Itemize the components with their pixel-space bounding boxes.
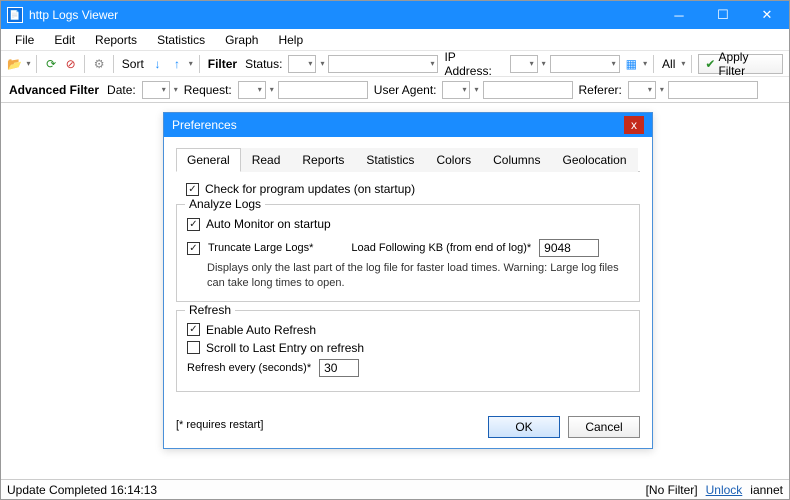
tab-statistics[interactable]: Statistics — [355, 148, 425, 172]
referer-label: Referer: — [577, 83, 624, 97]
apply-filter-button[interactable]: ✔Apply Filter — [698, 54, 783, 74]
request-input[interactable] — [278, 81, 368, 99]
status-dropdown[interactable]: ▾ — [288, 55, 316, 73]
menu-graph[interactable]: Graph — [215, 31, 268, 49]
toolbar-advanced: Advanced Filter Date: ▾ ▾ Request: ▾ ▾ Use… — [1, 77, 789, 103]
advanced-filter-label: Advanced Filter — [7, 83, 101, 97]
tab-geolocation[interactable]: Geolocation — [551, 148, 637, 172]
status-left: Update Completed 16:14:13 — [7, 483, 157, 497]
check-updates-checkbox[interactable]: ✓ — [186, 183, 199, 196]
settings-icon[interactable]: ⚙ — [91, 56, 106, 72]
ip-type-dropdown[interactable]: ▾ — [510, 55, 538, 73]
dialog-tabs: General Read Reports Statistics Colors C… — [176, 147, 640, 172]
request-dropdown[interactable]: ▾ — [238, 81, 266, 99]
sort-desc-icon[interactable]: ↑ — [169, 56, 184, 72]
enable-refresh-checkbox[interactable]: ✓ — [187, 323, 200, 336]
refresh-legend: Refresh — [185, 303, 235, 317]
truncate-label: Truncate Large Logs* — [208, 242, 313, 254]
useragent-input[interactable] — [483, 81, 573, 99]
all-label[interactable]: All — [660, 57, 677, 71]
scroll-last-label: Scroll to Last Entry on refresh — [206, 341, 364, 355]
refresh-seconds-input[interactable] — [319, 359, 359, 377]
toolbar-main: 📂▾ ⟳ ⊘ ⚙ Sort ↓ ↑▾ Filter Status: ▾ ▾ ▾ … — [1, 51, 789, 77]
close-window-button[interactable]: ✕ — [745, 1, 789, 29]
menu-help[interactable]: Help — [268, 31, 313, 49]
truncate-checkbox[interactable]: ✓ — [187, 242, 200, 255]
ip-value-dropdown[interactable]: ▾ — [550, 55, 620, 73]
refresh-group: Refresh ✓ Enable Auto Refresh Scroll to … — [176, 310, 640, 392]
tab-reports[interactable]: Reports — [291, 148, 355, 172]
menu-edit[interactable]: Edit — [44, 31, 85, 49]
refresh-every-label: Refresh every (seconds)* — [187, 362, 311, 374]
tab-general[interactable]: General — [176, 148, 241, 172]
status-user: iannet — [750, 483, 783, 497]
check-updates-label: Check for program updates (on startup) — [205, 182, 415, 196]
enable-refresh-label: Enable Auto Refresh — [206, 323, 316, 337]
analyze-logs-legend: Analyze Logs — [185, 197, 265, 211]
referer-input[interactable] — [668, 81, 758, 99]
window-title: http Logs Viewer — [29, 8, 657, 22]
referer-dropdown[interactable]: ▾ — [628, 81, 656, 99]
auto-monitor-label: Auto Monitor on startup — [206, 217, 331, 231]
maximize-button[interactable]: ☐ — [701, 1, 745, 29]
kb-input[interactable] — [539, 239, 599, 257]
filter-label: Filter — [206, 57, 239, 71]
open-icon[interactable]: 📂 — [7, 56, 22, 72]
minimize-button[interactable]: ─ — [657, 1, 701, 29]
menu-reports[interactable]: Reports — [85, 31, 147, 49]
status-value-dropdown[interactable]: ▾ — [328, 55, 438, 73]
status-label: Status: — [243, 57, 284, 71]
tab-colors[interactable]: Colors — [425, 148, 482, 172]
date-label: Date: — [105, 83, 138, 97]
preferences-dialog: Preferences x General Read Reports Stati… — [163, 112, 653, 449]
statusbar: Update Completed 16:14:13 [No Filter] Un… — [1, 479, 789, 499]
useragent-label: User Agent: — [372, 83, 439, 97]
useragent-dropdown[interactable]: ▾ — [442, 81, 470, 99]
ip-label: IP Address: — [442, 50, 505, 78]
dialog-close-button[interactable]: x — [624, 116, 644, 134]
auto-monitor-checkbox[interactable]: ✓ — [187, 218, 200, 231]
menu-statistics[interactable]: Statistics — [147, 31, 215, 49]
scroll-last-checkbox[interactable] — [187, 341, 200, 354]
refresh-icon[interactable]: ⟳ — [43, 56, 58, 72]
ok-button[interactable]: OK — [488, 416, 560, 438]
truncate-note: Displays only the last part of the log f… — [207, 261, 629, 291]
calendar-icon[interactable]: ▦ — [624, 56, 639, 72]
analyze-logs-group: Analyze Logs ✓ Auto Monitor on startup ✓… — [176, 204, 640, 302]
dialog-titlebar: Preferences x — [164, 113, 652, 137]
menubar: File Edit Reports Statistics Graph Help — [1, 29, 789, 51]
app-icon: 📄 — [7, 7, 23, 23]
status-no-filter: [No Filter] — [646, 483, 698, 497]
tab-read[interactable]: Read — [241, 148, 292, 172]
sort-label: Sort — [120, 57, 146, 71]
window-titlebar: 📄 http Logs Viewer ─ ☐ ✕ — [1, 1, 789, 29]
requires-restart-note: [* requires restart] — [164, 419, 275, 439]
unlock-link[interactable]: Unlock — [706, 483, 743, 497]
dialog-title: Preferences — [172, 118, 237, 132]
stop-icon[interactable]: ⊘ — [63, 56, 78, 72]
tab-columns[interactable]: Columns — [482, 148, 551, 172]
request-label: Request: — [182, 83, 234, 97]
menu-file[interactable]: File — [5, 31, 44, 49]
sort-asc-icon[interactable]: ↓ — [150, 56, 165, 72]
cancel-button[interactable]: Cancel — [568, 416, 640, 438]
load-following-label: Load Following KB (from end of log)* — [351, 242, 531, 254]
date-dropdown[interactable]: ▾ — [142, 81, 170, 99]
